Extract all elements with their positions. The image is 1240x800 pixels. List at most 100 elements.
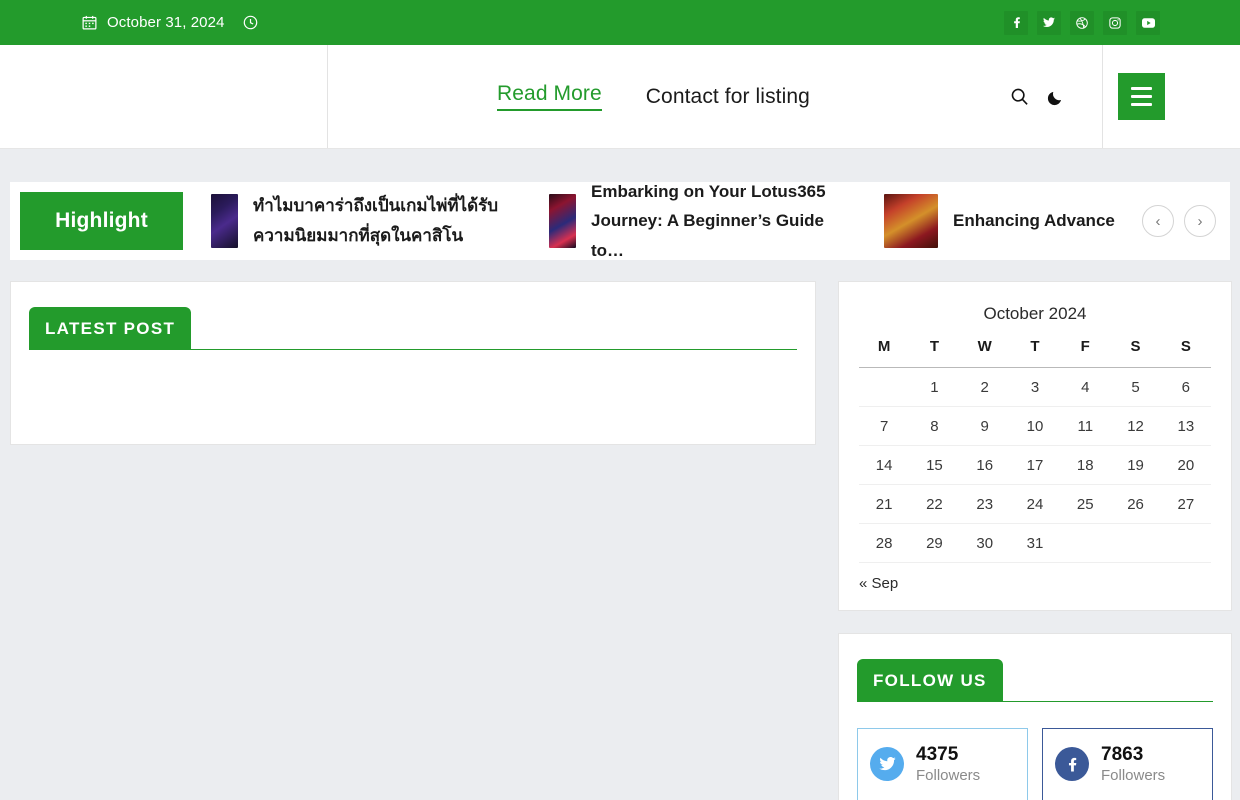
calendar-weekday-row: M T W T F S S xyxy=(859,338,1211,368)
header-tools xyxy=(1010,87,1065,106)
ticker-thumbnail xyxy=(549,194,576,248)
follow-card-list: 4375 Followers 7863 Followers xyxy=(857,702,1213,800)
calendar-day xyxy=(1060,523,1111,563)
calendar-day[interactable]: 10 xyxy=(1009,406,1061,446)
top-bar: October 31, 2024 xyxy=(0,0,1240,45)
topbar-social-links xyxy=(1004,10,1160,35)
calendar-week-row: 14 15 16 17 18 19 20 xyxy=(859,445,1211,485)
calendar-day[interactable]: 11 xyxy=(1060,406,1111,446)
calendar-day xyxy=(1160,523,1211,563)
twitter-icon xyxy=(870,747,904,782)
calendar-day[interactable]: 24 xyxy=(1009,484,1061,524)
calendar-day[interactable]: 15 xyxy=(909,445,960,485)
main-content: LATEST POST October 2024 M T W T F S S 1… xyxy=(0,260,1240,800)
calendar-icon xyxy=(82,15,97,30)
facebook-icon xyxy=(1055,747,1089,782)
calendar-day[interactable]: 14 xyxy=(859,445,910,485)
calendar-day[interactable]: 1 xyxy=(909,367,960,407)
topbar-date-text: October 31, 2024 xyxy=(107,14,225,31)
social-youtube[interactable] xyxy=(1136,10,1160,35)
calendar-day[interactable]: 22 xyxy=(909,484,960,524)
calendar-day[interactable]: 19 xyxy=(1110,445,1161,485)
calendar-day[interactable]: 23 xyxy=(959,484,1010,524)
ticker-navigation: ‹ › xyxy=(1134,205,1216,237)
calendar-day xyxy=(1110,523,1161,563)
calendar-day[interactable]: 28 xyxy=(859,523,910,563)
ticker-item[interactable]: ทำไมบาคาร่าถึงเป็นเกมไพ่ที่ได้รับความนิย… xyxy=(183,191,521,251)
chevron-right-icon[interactable]: › xyxy=(1184,205,1216,237)
moon-icon[interactable] xyxy=(1047,88,1065,106)
chevron-left-icon[interactable]: ‹ xyxy=(1142,205,1174,237)
social-instagram[interactable] xyxy=(1103,10,1127,35)
calendar-day[interactable]: 26 xyxy=(1110,484,1161,524)
calendar-day[interactable]: 13 xyxy=(1160,406,1211,446)
calendar-week-row: 21 22 23 24 25 26 27 xyxy=(859,484,1211,524)
calendar-weekday: S xyxy=(1160,338,1211,368)
calendar-day[interactable]: 31 xyxy=(1009,523,1061,563)
social-dribbble[interactable] xyxy=(1070,10,1094,35)
calendar-title: October 2024 xyxy=(983,304,1087,323)
follower-count: 4375 xyxy=(916,744,959,765)
latest-post-panel: LATEST POST xyxy=(10,281,816,445)
highlight-ticker: Highlight ทำไมบาคาร่าถึงเป็นเกมไพ่ที่ได้… xyxy=(10,182,1230,260)
calendar-day[interactable]: 6 xyxy=(1160,367,1211,407)
follow-card-text: 4375 Followers xyxy=(916,743,980,786)
primary-nav: Read More Contact for listing xyxy=(497,82,810,111)
follow-card-facebook[interactable]: 7863 Followers xyxy=(1042,728,1213,800)
calendar-day[interactable]: 29 xyxy=(909,523,960,563)
calendar-day[interactable]: 21 xyxy=(859,484,910,524)
header-divider-right xyxy=(1102,45,1103,148)
calendar-day[interactable]: 16 xyxy=(959,445,1010,485)
calendar-day[interactable]: 5 xyxy=(1110,367,1161,407)
calendar-week-row: 28 29 30 31 xyxy=(859,523,1211,563)
calendar-table: M T W T F S S 1 2 3 4 5 6 7 8 9 10 11 12… xyxy=(859,338,1211,563)
follow-card-twitter[interactable]: 4375 Followers xyxy=(857,728,1028,800)
header-divider-left xyxy=(327,45,328,148)
calendar-day[interactable]: 18 xyxy=(1060,445,1111,485)
ticker-thumbnail xyxy=(884,194,938,248)
calendar-day[interactable]: 30 xyxy=(959,523,1010,563)
social-facebook[interactable] xyxy=(1004,10,1028,35)
latest-post-heading: LATEST POST xyxy=(29,307,192,350)
follow-us-widget: FOLLOW US 4375 Followers 7863 Followers xyxy=(838,633,1232,800)
ticker-item[interactable]: Enhancing Advance xyxy=(856,194,1115,248)
calendar-day[interactable]: 9 xyxy=(959,406,1010,446)
calendar-day[interactable]: 2 xyxy=(959,367,1010,407)
calendar-day[interactable]: 27 xyxy=(1160,484,1211,524)
calendar-day[interactable]: 4 xyxy=(1060,367,1111,407)
calendar-day[interactable]: 3 xyxy=(1009,367,1061,407)
sidebar: October 2024 M T W T F S S 1 2 3 4 5 6 7… xyxy=(838,281,1232,800)
ticker-item-title[interactable]: ทำไมบาคาร่าถึงเป็นเกมไพ่ที่ได้รับความนิย… xyxy=(253,191,521,251)
calendar-day[interactable]: 20 xyxy=(1160,445,1211,485)
calendar-widget: October 2024 M T W T F S S 1 2 3 4 5 6 7… xyxy=(838,281,1232,611)
follower-label: Followers xyxy=(916,766,981,784)
ticker-item-title[interactable]: Embarking on Your Lotus365 Journey: A Be… xyxy=(591,182,856,260)
calendar-weekday: T xyxy=(909,338,960,368)
calendar-week-row: 7 8 9 10 11 12 13 xyxy=(859,406,1211,446)
follow-card-text: 7863 Followers xyxy=(1101,743,1165,786)
calendar-weekday: M xyxy=(859,338,910,368)
follower-label: Followers xyxy=(1101,766,1166,784)
calendar-day[interactable]: 12 xyxy=(1110,406,1161,446)
clock-icon xyxy=(243,15,258,30)
calendar-day[interactable] xyxy=(859,367,910,407)
nav-item-contact-for-listing[interactable]: Contact for listing xyxy=(646,85,810,109)
calendar-weekday: W xyxy=(959,338,1010,368)
hamburger-icon[interactable] xyxy=(1118,73,1165,120)
calendar-weekday: F xyxy=(1060,338,1111,368)
calendar-day[interactable]: 17 xyxy=(1009,445,1061,485)
social-twitter[interactable] xyxy=(1037,10,1061,35)
calendar-day[interactable]: 8 xyxy=(909,406,960,446)
topbar-date-group: October 31, 2024 xyxy=(82,14,258,31)
ticker-item[interactable]: Embarking on Your Lotus365 Journey: A Be… xyxy=(521,182,856,260)
calendar-day[interactable]: 7 xyxy=(859,406,910,446)
calendar-day[interactable]: 25 xyxy=(1060,484,1111,524)
search-icon[interactable] xyxy=(1010,87,1029,106)
content-column: LATEST POST xyxy=(10,281,816,445)
nav-item-read-more[interactable]: Read More xyxy=(497,82,602,111)
ticker-item-title[interactable]: Enhancing Advance xyxy=(953,206,1115,235)
ticker-thumbnail xyxy=(211,194,238,248)
calendar-week-row: 1 2 3 4 5 6 xyxy=(859,367,1211,407)
follow-us-header: FOLLOW US xyxy=(857,659,1213,702)
calendar-prev-month-link[interactable]: « Sep xyxy=(859,563,1211,592)
